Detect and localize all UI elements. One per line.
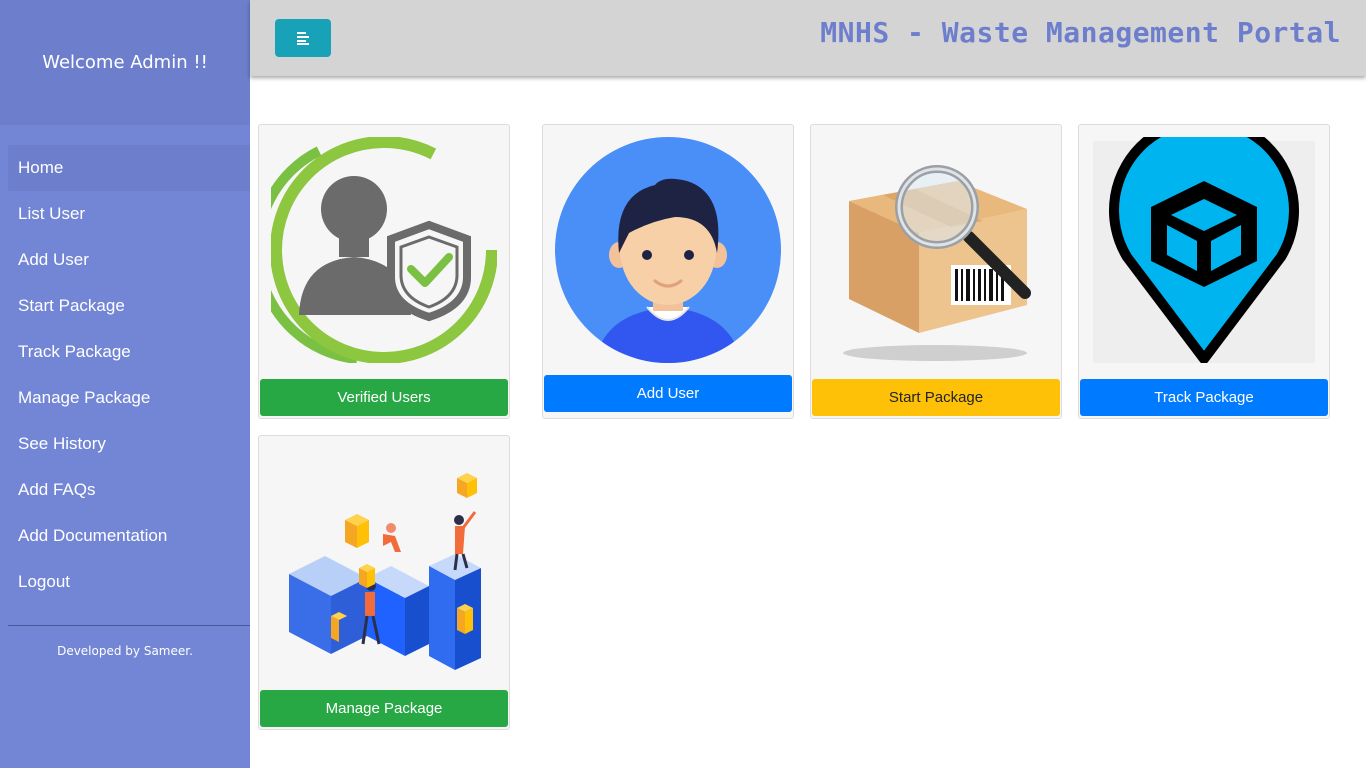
sidebar-divider [8,625,250,626]
welcome-text: Welcome Admin !! [42,52,208,73]
sidebar-nav: Home List User Add User Start Package Tr… [0,145,250,605]
align-left-icon [297,32,309,45]
portal-title: MNHS - Waste Management Portal [820,16,1341,49]
sidebar: Welcome Admin !! Home List User Add User… [0,0,250,768]
sidebar-item-logout[interactable]: Logout [0,559,250,605]
add-user-button[interactable]: Add User [544,375,792,412]
manage-package-button[interactable]: Manage Package [260,690,508,727]
sidebar-item-list-user[interactable]: List User [0,191,250,237]
sidebar-toggle-button[interactable] [275,19,331,57]
card-add-user: Add User [542,124,794,419]
card-manage-package: Manage Package [258,435,510,730]
verified-user-shield-icon [271,137,497,363]
start-package-button[interactable]: Start Package [812,379,1060,416]
sidebar-item-start-package[interactable]: Start Package [0,283,250,329]
card-start-package: Start Package [810,124,1062,419]
track-package-button[interactable]: Track Package [1080,379,1328,416]
sidebar-item-see-history[interactable]: See History [0,421,250,467]
sidebar-item-add-user[interactable]: Add User [0,237,250,283]
user-avatar-icon [555,137,781,363]
package-magnifier-icon [843,165,1031,361]
verified-users-button[interactable]: Verified Users [260,379,508,416]
developer-credit: Developed by Sameer. [57,644,193,658]
card-track-package: Track Package [1078,124,1330,419]
top-navbar: MNHS - Waste Management Portal [250,0,1366,76]
sidebar-item-add-faqs[interactable]: Add FAQs [0,467,250,513]
location-pin-box-icon [1093,137,1315,363]
sidebar-item-add-documentation[interactable]: Add Documentation [0,513,250,559]
sidebar-header: Welcome Admin !! [0,0,250,125]
sidebar-item-manage-package[interactable]: Manage Package [0,375,250,421]
card-verified-users: Verified Users [258,124,510,419]
sidebar-item-home[interactable]: Home [8,145,250,191]
sidebar-item-track-package[interactable]: Track Package [0,329,250,375]
isometric-team-blocks-illustration [289,473,481,670]
